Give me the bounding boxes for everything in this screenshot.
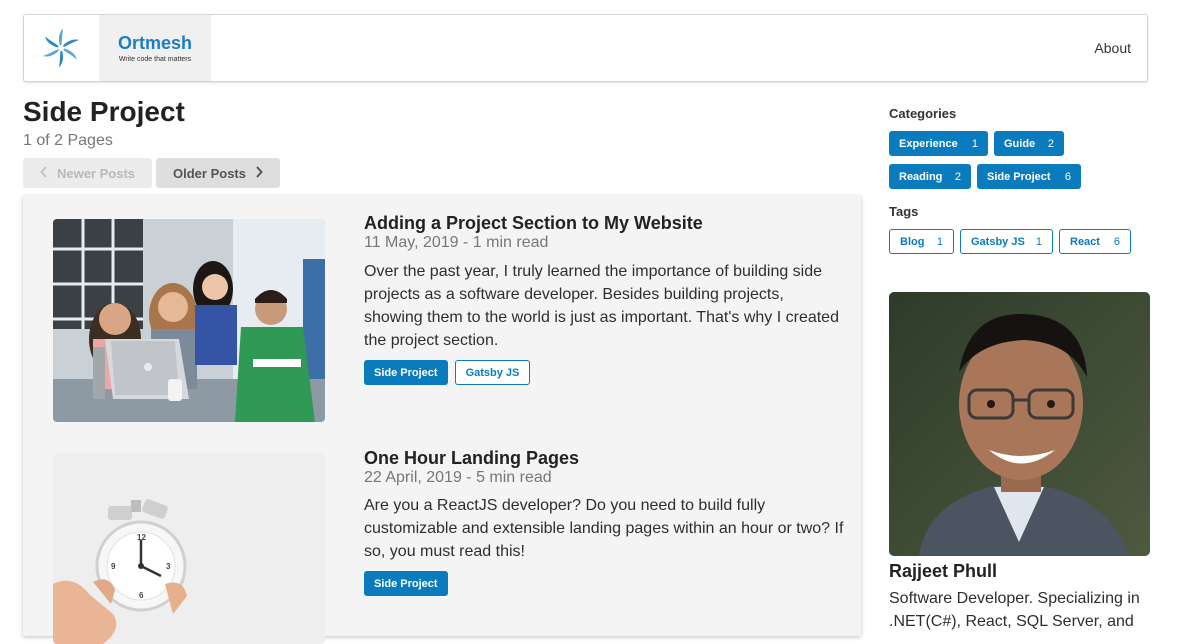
page-count: 1 of 2 Pages — [23, 132, 113, 149]
pinwheel-logo-icon — [43, 28, 79, 68]
category-count: 6 — [1064, 170, 1071, 183]
post-excerpt: Are you a ReactJS developer? Do you need… — [364, 497, 844, 560]
tag-label: Gatsby JS — [971, 235, 1025, 248]
post-excerpt: Over the past year, I truly learned the … — [364, 263, 839, 349]
newer-posts-button[interactable]: Newer Posts — [23, 158, 152, 188]
post-thumbnail[interactable]: 12 3 6 9 — [53, 454, 325, 644]
site-header: Ortmesh Write code that matters About — [23, 14, 1148, 82]
post-tags: Side Project Gatsby JS — [364, 360, 531, 385]
post-list: Adding a Project Section to My Website 1… — [23, 196, 861, 644]
post-meta: 22 April, 2019 - 5 min read — [364, 469, 552, 486]
team-laptop-photo — [53, 219, 325, 422]
category-side-project[interactable]: Side Project 6 — [977, 164, 1081, 189]
tag-gatsby-js[interactable]: Gatsby JS 1 — [960, 229, 1053, 254]
svg-text:3: 3 — [166, 562, 171, 571]
page-title: Side Project — [23, 96, 185, 127]
logo[interactable] — [24, 15, 98, 81]
post-title[interactable]: Adding a Project Section to My Website — [364, 213, 703, 234]
tag-side-project[interactable]: Side Project — [364, 360, 448, 385]
tag-count: 6 — [1113, 235, 1120, 248]
category-count: 2 — [954, 170, 961, 183]
category-reading[interactable]: Reading 2 — [889, 164, 971, 189]
older-posts-button[interactable]: Older Posts — [156, 158, 280, 188]
post-meta: 11 May, 2019 - 1 min read — [364, 234, 549, 251]
tag-side-project[interactable]: Side Project — [364, 571, 448, 596]
categories-heading: Categories — [889, 106, 957, 121]
tag-gatsby-js[interactable]: Gatsby JS — [454, 360, 531, 385]
category-label: Experience — [899, 137, 958, 150]
tag-count: 1 — [936, 235, 943, 248]
category-count: 2 — [1047, 137, 1054, 150]
tag-blog[interactable]: Blog 1 — [889, 229, 954, 254]
pagination: Newer Posts Older Posts — [23, 158, 280, 188]
svg-text:12: 12 — [137, 533, 146, 542]
brand-block[interactable]: Ortmesh Write code that matters — [99, 15, 211, 81]
tag-react[interactable]: React 6 — [1059, 229, 1131, 254]
newer-posts-label: Newer Posts — [56, 165, 136, 181]
category-label: Guide — [1004, 137, 1036, 150]
author-avatar — [889, 292, 1150, 556]
category-guide[interactable]: Guide 2 — [994, 131, 1064, 156]
tag-label: React — [1070, 235, 1100, 248]
tag-count: 1 — [1035, 235, 1042, 248]
category-count: 1 — [971, 137, 978, 150]
author-name: Rajjeet Phull — [889, 561, 998, 581]
author-bio: Software Developer. Specializing in .NET… — [889, 590, 1140, 630]
chevron-right-icon — [255, 165, 263, 182]
alarm-clock-photo: 12 3 6 9 — [53, 454, 325, 644]
tag-label: Blog — [900, 235, 925, 248]
author-portrait — [889, 292, 1150, 556]
brand-tagline: Write code that matters — [118, 56, 192, 63]
older-posts-label: Older Posts — [173, 165, 246, 181]
svg-text:6: 6 — [139, 591, 144, 600]
post-title[interactable]: One Hour Landing Pages — [364, 448, 579, 469]
category-label: Side Project — [987, 170, 1051, 183]
nav-about-link[interactable]: About — [1094, 40, 1131, 56]
post-tags: Side Project — [364, 571, 448, 596]
tags-heading: Tags — [889, 204, 919, 219]
category-label: Reading — [899, 170, 943, 183]
svg-text:9: 9 — [111, 562, 116, 571]
chevron-left-icon — [40, 165, 48, 182]
category-experience[interactable]: Experience 1 — [889, 131, 988, 156]
post-thumbnail[interactable] — [53, 219, 325, 422]
brand-name: Ortmesh — [117, 33, 193, 53]
